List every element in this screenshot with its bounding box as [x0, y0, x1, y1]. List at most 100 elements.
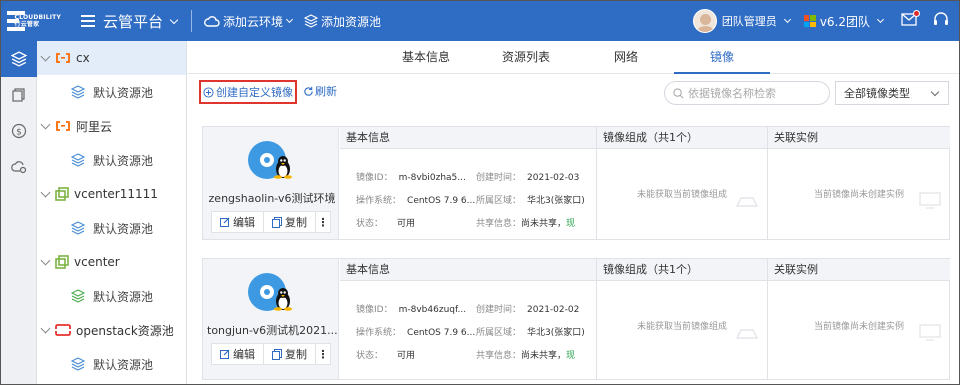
tree-node-pool[interactable]: 默认资源池	[37, 75, 186, 109]
field-label: 操作系统	[356, 196, 393, 206]
tree-node-pool[interactable]: 默认资源池	[37, 211, 186, 245]
field-value: m-8vbi0zha5...	[398, 173, 466, 183]
image-id-field: 镜像ID： m-8vbi0zha5...	[356, 173, 466, 183]
support-button[interactable]	[933, 12, 949, 30]
edit-button[interactable]: 编辑	[212, 212, 264, 232]
image-type-select[interactable]: 全部镜像类型	[835, 81, 949, 105]
image-actions: 编辑 复制 ⋮	[211, 343, 331, 365]
region-field: 所属区域： 华北3(张家口)	[476, 196, 585, 206]
create-label: 创建自定义镜像	[216, 86, 293, 99]
copy-button[interactable]: 复制	[264, 212, 316, 232]
create-custom-image-button[interactable]: 创建自定义镜像	[199, 80, 297, 104]
tree-node-pool[interactable]: 默认资源池	[37, 279, 186, 313]
edit-label: 编辑	[233, 216, 255, 229]
image-card: tongjun-v6测试机2021... 编辑 复制 ⋮ 基本信息 镜像组成（共…	[202, 258, 950, 380]
field-label: 镜像ID	[356, 305, 384, 315]
tab-basic-info[interactable]: 基本信息	[378, 41, 474, 74]
created-field: 创建时间： 2021-02-03	[476, 173, 580, 183]
add-pool-button[interactable]: 添加资源池	[304, 13, 381, 30]
image-search[interactable]	[664, 81, 830, 105]
status-field: 状态： 可用	[356, 351, 416, 361]
tree-node-vcenter11111[interactable]: vcenter11111	[37, 177, 186, 211]
team-switcher[interactable]: v6.2团队	[803, 13, 885, 30]
tree-node-label: vcenter11111	[74, 187, 158, 201]
messages-button[interactable]	[901, 10, 920, 29]
tab-images[interactable]: 镜像	[674, 41, 770, 74]
field-label: 所属区域	[476, 328, 513, 338]
search-input[interactable]	[688, 86, 818, 100]
image-type-value: 全部镜像类型	[844, 87, 910, 100]
tab-network[interactable]: 网络	[578, 41, 674, 74]
aliyun-icon	[56, 53, 70, 63]
copy-button[interactable]: 复制	[264, 344, 316, 364]
chevron-down-icon	[40, 255, 51, 265]
vmware-icon	[55, 187, 69, 201]
image-summary: tongjun-v6测试机2021... 编辑 复制 ⋮	[203, 259, 339, 379]
tree-node-vcenter[interactable]: vcenter	[37, 245, 186, 279]
basic-info-header: 基本信息	[340, 127, 596, 149]
user-menu[interactable]: 团队管理员	[722, 13, 791, 29]
team-name: v6.2团队	[819, 14, 870, 29]
copy-icon	[272, 348, 282, 360]
chevron-down-icon	[40, 187, 51, 197]
menu-toggle-icon[interactable]	[81, 15, 95, 27]
edit-button[interactable]: 编辑	[212, 344, 264, 364]
image-actions: 编辑 复制 ⋮	[211, 211, 331, 233]
platform-switcher[interactable]: 云管平台	[103, 11, 179, 32]
add-cloud-label: 添加云环境	[223, 14, 284, 29]
region-field: 所属区域： 华北3(张家口)	[476, 328, 585, 338]
add-cloud-button[interactable]: 添加云环境	[204, 13, 294, 30]
avatar[interactable]	[692, 9, 717, 33]
more-button[interactable]: ⋮	[316, 212, 330, 232]
refresh-button[interactable]: 刷新	[303, 83, 337, 99]
related-instances-header: 关联实例	[768, 259, 950, 281]
tree-node-aliyun[interactable]: 阿里云	[37, 109, 186, 143]
rail-storage[interactable]	[1, 77, 37, 113]
image-name: tongjun-v6测试机2021...	[207, 324, 337, 337]
field-value: 华北3(张家口)	[527, 196, 585, 206]
composition-header: 镜像组成（共1个）	[597, 259, 767, 281]
divider	[191, 10, 193, 32]
field-label: 所属区域	[476, 196, 513, 206]
related-instances-header: 关联实例	[768, 127, 950, 149]
tree-node-label: vcenter	[74, 255, 120, 269]
tab-resource-list[interactable]: 资源列表	[478, 41, 574, 74]
rail-cloud-settings[interactable]	[1, 149, 37, 185]
top-bar: CLOUDBILITY 行云管家 云管平台 添加云环境 添加资源池 团队管理员	[1, 1, 959, 41]
chevron-down-icon	[783, 15, 791, 24]
more-button[interactable]: ⋮	[316, 344, 330, 364]
toolbar: 创建自定义镜像 刷新 全部镜像类型	[188, 74, 959, 112]
tree-node-pool[interactable]: 默认资源池	[37, 143, 186, 177]
share-link[interactable]: 现	[566, 219, 575, 229]
rail-billing[interactable]: $	[1, 113, 37, 149]
chevron-down-icon	[40, 51, 51, 61]
search-icon	[673, 87, 684, 98]
openstack-icon	[55, 324, 71, 336]
vmware-icon	[55, 255, 69, 269]
field-value: 可用	[397, 351, 416, 361]
os-field: 操作系统： CentOS 7.9 6...	[356, 328, 476, 338]
tree-node-pool[interactable]: 默认资源池	[37, 347, 186, 381]
share-link[interactable]: 现	[566, 351, 575, 361]
field-label: 共享信息	[476, 351, 513, 361]
tree-node-openstack[interactable]: openstack资源池	[37, 313, 186, 347]
tree-node-cx[interactable]: cx	[37, 41, 186, 75]
field-value: m-8vb46zuqf...	[398, 305, 467, 315]
layers-icon	[71, 153, 85, 167]
copy-label: 复制	[285, 216, 307, 229]
tree-node-label: cx	[76, 51, 90, 65]
add-pool-label: 添加资源池	[321, 14, 382, 29]
field-label: 创建时间	[476, 305, 513, 315]
chevron-down-icon	[40, 119, 51, 129]
brand-logo[interactable]: CLOUDBILITY 行云管家	[1, 1, 61, 41]
rail-resources[interactable]	[1, 41, 37, 77]
image-name: zengshaolin-v6测试环境	[208, 192, 336, 205]
field-value: 尚未共享，	[521, 351, 567, 361]
empty-illustration-icon	[919, 192, 941, 209]
cloud-gear-icon	[11, 161, 27, 174]
image-summary: zengshaolin-v6测试环境 编辑 复制 ⋮	[203, 127, 339, 239]
tree-node-label: 阿里云	[76, 119, 113, 134]
linux-penguin-icon	[274, 156, 292, 179]
field-value: CentOS 7.9 6...	[407, 328, 476, 338]
os-field: 操作系统： CentOS 7.9 6...	[356, 196, 476, 206]
